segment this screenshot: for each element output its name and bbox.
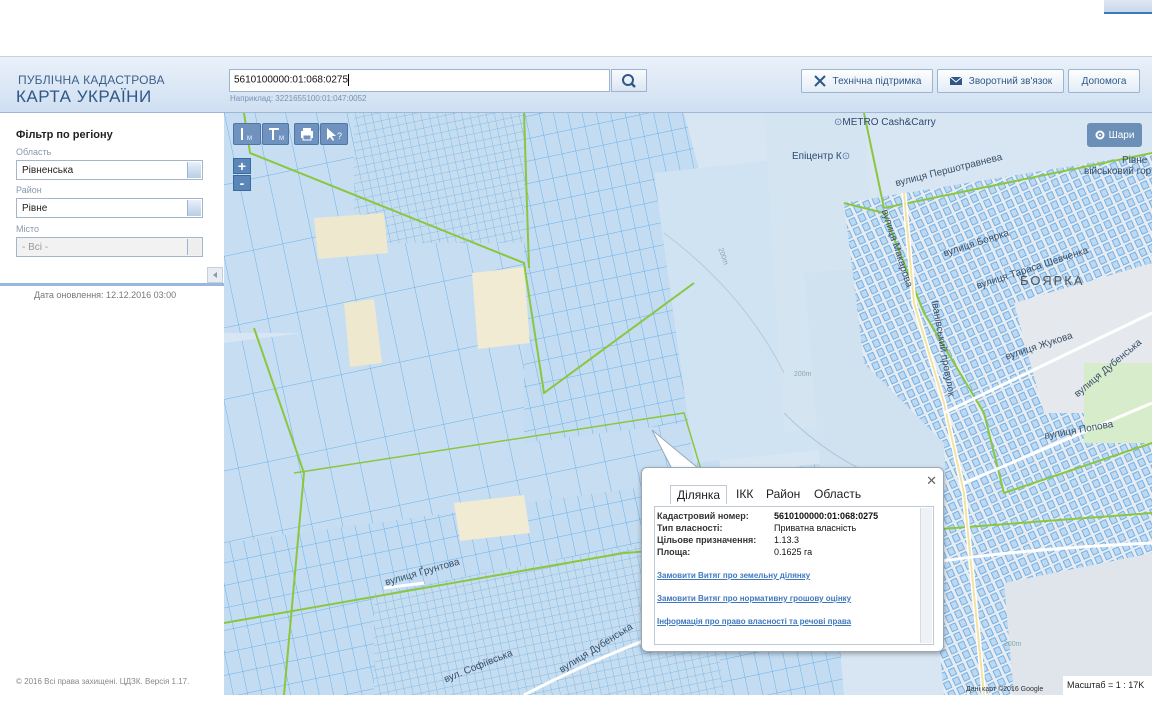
search-icon [622, 74, 636, 88]
city-value: - Всі - [22, 242, 49, 253]
header: ПУБЛІЧНА КАДАСТРОВА КАРТА УКРАЇНИ 561010… [0, 56, 1152, 113]
poi-epicentr-label: Епіцентр К [792, 151, 842, 162]
cursor-question-icon: ? [327, 128, 342, 141]
oblast-label: Область [16, 147, 52, 157]
search-button[interactable] [611, 69, 647, 92]
gear-icon [1095, 130, 1105, 140]
city-select: - Всі - [16, 237, 203, 257]
field-value: 5610100000:01:068:0275 [774, 511, 879, 521]
text-caret [348, 74, 350, 86]
search-input[interactable]: 5610100000:01:068:0275 [229, 69, 610, 92]
collapse-sidebar-button[interactable] [207, 267, 223, 283]
field-value: 1.13.3 [774, 535, 800, 545]
help-label: Допомога [1081, 75, 1127, 87]
update-date: Дата оновлення: 12.12.2016 03:00 [34, 290, 177, 300]
close-icon[interactable]: ✕ [926, 473, 937, 489]
map-scale: Масштаб = 1 : 17K [1063, 676, 1152, 695]
measure-distance-tool[interactable]: M [233, 123, 261, 145]
field-key: Кадастровий номер: [657, 511, 749, 521]
top-corner-tab[interactable] [1104, 0, 1152, 14]
rayon-label: Район [16, 185, 42, 195]
filter-title: Фільтр по регіону [16, 129, 113, 141]
map-attribution: Дані карт ©2016 Google [966, 686, 1044, 693]
poi-epicentr[interactable]: Епіцентр К⊙ [792, 151, 850, 162]
measure-area-tool[interactable]: M [262, 123, 289, 145]
field-key: Площа: [657, 547, 691, 557]
field-value: Приватна власність [774, 523, 857, 533]
label-military-town: військовий гор [1084, 166, 1152, 177]
link-order-parcel-extract[interactable]: Замовити Витяг про земельну ділянку [657, 571, 810, 580]
parcel-info-popup: ✕ Ділянка ІКК Район Область Кадастровий … [641, 467, 944, 652]
feedback-button[interactable]: Зворотний зв'язок [937, 69, 1064, 93]
zoom-out-label: - [239, 175, 245, 191]
oblast-select[interactable]: Рівненська [16, 160, 203, 180]
field-key: Цільове призначення: [657, 535, 757, 545]
chevron-down-icon [187, 239, 201, 255]
field-key: Тип власності: [657, 523, 723, 533]
copyright: © 2016 Всі права захищені. ЦДЗК. Версія … [16, 677, 190, 686]
poi-metro[interactable]: ⊙METRO Cash&Carry [834, 117, 936, 128]
help-button[interactable]: Допомога [1068, 69, 1140, 93]
link-ownership-info[interactable]: Інформація про право власності та речові… [657, 617, 851, 626]
oblast-value: Рівненська [22, 165, 74, 176]
ruler-icon: M [241, 128, 252, 142]
popup-content: Кадастровий номер: 5610100000:01:068:027… [654, 506, 934, 645]
brand-line-1: ПУБЛІЧНА КАДАСТРОВА [18, 73, 165, 87]
popup-scrollbar[interactable] [920, 508, 932, 643]
poi-metro-label: METRO Cash&Carry [842, 117, 936, 128]
chevron-down-icon [187, 162, 201, 178]
tab-parcel[interactable]: Ділянка [670, 485, 728, 504]
zoom-in-button[interactable]: + [233, 158, 251, 174]
printer-icon [300, 128, 313, 141]
contour-label: 200m [1004, 641, 1022, 648]
layers-button[interactable]: Шари [1087, 123, 1142, 147]
tab-oblast[interactable]: Область [808, 485, 867, 503]
city-label: Місто [16, 224, 40, 234]
chevron-down-icon [187, 200, 201, 216]
area-icon: M [268, 128, 284, 142]
tech-support-button[interactable]: Технічна підтримка [801, 69, 933, 93]
brand-line-2: КАРТА УКРАЇНИ [16, 87, 152, 106]
label-boyarka: БОЯРКА [1020, 273, 1085, 288]
feedback-label: Зворотний зв'язок [968, 75, 1053, 87]
region-filter-panel: Фільтр по регіону Область Рівненська Рай… [0, 113, 224, 286]
layers-label: Шари [1108, 129, 1135, 141]
zoom-out-button[interactable]: - [233, 175, 251, 191]
svg-text:M: M [247, 136, 252, 142]
rayon-value: Рівне [22, 203, 48, 214]
search-hint: Наприклад: 3221655100:01:047:0052 [230, 94, 367, 103]
tab-ikk[interactable]: ІКК [730, 485, 759, 503]
top-strip [0, 0, 1152, 56]
envelope-icon [949, 76, 963, 85]
svg-text:M: M [279, 136, 284, 142]
svg-text:?: ? [337, 131, 342, 141]
print-tool[interactable] [294, 123, 319, 145]
contour-label: 200m [794, 371, 812, 378]
identify-tool[interactable]: ? [320, 123, 348, 145]
chevron-left-icon [213, 272, 217, 278]
tools-icon [813, 75, 826, 87]
tab-rayon[interactable]: Район [760, 485, 806, 503]
field-value: 0.1625 га [774, 547, 813, 557]
label-rivne: Рівне [1122, 155, 1148, 166]
link-order-valuation-extract[interactable]: Замовити Витяг про нормативну грошову оц… [657, 594, 851, 603]
sidebar: Фільтр по регіону Область Рівненська Рай… [0, 113, 224, 720]
rayon-select[interactable]: Рівне [16, 198, 203, 218]
tech-support-label: Технічна підтримка [832, 75, 922, 87]
zoom-in-label: + [237, 158, 247, 174]
search-input-value: 5610100000:01:068:0275 [234, 74, 349, 86]
